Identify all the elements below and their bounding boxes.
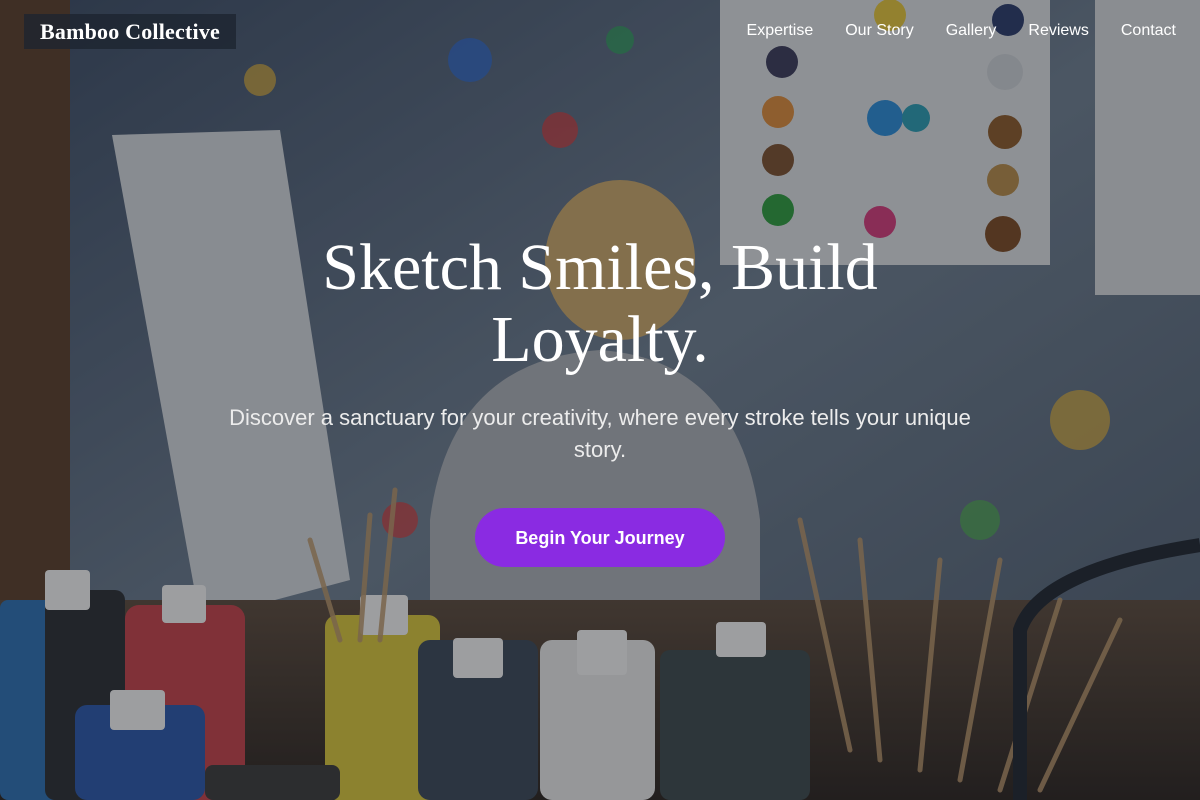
begin-journey-button[interactable]: Begin Your Journey [475, 508, 725, 567]
nav-link-expertise[interactable]: Expertise [747, 22, 814, 40]
nav-link-reviews[interactable]: Reviews [1028, 22, 1088, 40]
nav-link-gallery[interactable]: Gallery [946, 22, 997, 40]
brand-logo[interactable]: Bamboo Collective [24, 14, 236, 49]
nav-link-our-story[interactable]: Our Story [845, 22, 913, 40]
nav-link-contact[interactable]: Contact [1121, 22, 1176, 40]
main-nav: Expertise Our Story Gallery Reviews Cont… [747, 22, 1176, 40]
hero-headline: Sketch Smiles, Build Loyalty. [322, 231, 878, 376]
hero-subtext: Discover a sanctuary for your creativity… [229, 405, 971, 462]
hero-content: Sketch Smiles, Build Loyalty. Discover a… [0, 232, 1200, 567]
hero-section: Bamboo Collective Expertise Our Story Ga… [0, 0, 1200, 800]
